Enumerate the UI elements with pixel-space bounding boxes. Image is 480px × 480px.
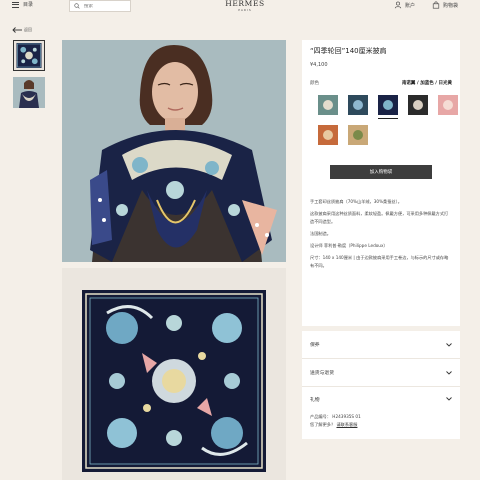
swatch-5-image xyxy=(438,95,458,115)
description-paragraph: 这款披肩采用这种丝质面料，柔软轻盈。佩戴方便，可采用多种佩戴方式打造不同造型。 xyxy=(310,211,449,224)
product-description: 手工套印丝质披肩（70%山羊绒，30%桑蚕丝）。 这款披肩采用这种丝质面料，柔软… xyxy=(310,198,452,270)
product-title: “四季轮回”140厘米披肩 xyxy=(310,47,387,55)
menu-label: 目录 xyxy=(23,2,34,8)
logo-subtext: PARIS xyxy=(238,8,252,12)
color-row: 颜色 南诺翼 / 加蓝色 / 日光黄 xyxy=(310,80,452,86)
account-button[interactable]: 账户 xyxy=(394,1,415,9)
selected-swatch-indicator xyxy=(378,118,398,119)
cart-button[interactable]: 购物袋 xyxy=(432,1,458,9)
back-link[interactable]: 返回 xyxy=(12,27,32,33)
cart-label: 购物袋 xyxy=(443,2,459,9)
swatch-3-image xyxy=(378,95,398,115)
description-paragraph: 手工套印丝质披肩（70%山羊绒，30%桑蚕丝）。 xyxy=(310,199,402,204)
chevron-down-icon xyxy=(446,370,452,375)
color-name: 南诺翼 / 加蓝色 / 日光黄 xyxy=(401,81,452,86)
model-photo xyxy=(62,40,286,262)
swatch-3-selected[interactable] xyxy=(378,95,398,115)
brand-logo[interactable]: HERMÈS PARIS xyxy=(223,0,267,12)
color-swatches xyxy=(310,95,458,157)
swatch-4-image xyxy=(408,95,428,115)
accordion-gift[interactable]: 礼物 xyxy=(302,387,460,411)
add-to-cart-button[interactable]: 加入购物袋 xyxy=(330,165,432,179)
color-label: 颜色 xyxy=(310,81,319,86)
scarf-thumbnail-image xyxy=(16,43,42,68)
header: 目录 HERMÈS PARIS 账户 购物袋 xyxy=(0,0,480,14)
product-image-scarf[interactable] xyxy=(62,268,286,480)
arrow-left-icon xyxy=(12,27,22,33)
menu-button[interactable]: 目录 xyxy=(12,1,33,8)
product-price: ¥4,100 xyxy=(310,62,328,68)
swatch-1[interactable] xyxy=(318,95,338,115)
contact-link[interactable]: 请联系客服 xyxy=(336,422,357,427)
chevron-down-icon xyxy=(446,342,452,347)
description-paragraph: 尺寸：140 x 140厘米 | 由于边款披肩采用手工卷边，与标示的尺寸或存略有… xyxy=(310,255,449,268)
account-label: 账户 xyxy=(405,2,416,9)
search-icon xyxy=(74,3,80,9)
reference-row: 产品编号： H243935S 01 xyxy=(310,413,452,421)
description-paragraph: 设计师 菲利普·勒度（Philippe Ledoux） xyxy=(310,243,388,248)
user-icon xyxy=(394,1,402,9)
logo-text: HERMÈS xyxy=(225,0,265,8)
reference-value: H243935S 01 xyxy=(332,414,361,419)
accordion-shipping[interactable]: 送货与退货 xyxy=(302,359,460,387)
accordion-gift-label: 礼物 xyxy=(310,397,320,403)
thumbnail-scarf[interactable] xyxy=(13,40,45,71)
swatch-6-image xyxy=(318,125,338,145)
chevron-down-icon xyxy=(446,397,452,401)
bag-icon xyxy=(432,1,440,9)
reference-label: 产品编号： xyxy=(310,414,331,419)
search-box[interactable] xyxy=(69,0,131,12)
hamburger-icon xyxy=(12,1,19,8)
contact-row: 您了解更多？ 请联系客服 xyxy=(310,421,452,429)
product-image-model[interactable] xyxy=(62,40,286,262)
accordion-care-label: 保养 xyxy=(310,343,320,348)
swatch-1-image xyxy=(318,95,338,115)
model-thumbnail-image xyxy=(13,77,45,108)
description-paragraph: 法国制造。 xyxy=(310,231,331,236)
question-text: 您了解更多？ xyxy=(310,422,336,427)
back-label: 返回 xyxy=(24,27,32,32)
swatch-7[interactable] xyxy=(348,125,368,145)
accordion-care[interactable]: 保养 xyxy=(302,331,460,359)
swatch-4[interactable] xyxy=(408,95,428,115)
swatch-6[interactable] xyxy=(318,125,338,145)
swatch-2-image xyxy=(348,95,368,115)
thumbnail-model[interactable] xyxy=(13,77,45,108)
swatch-7-image xyxy=(348,125,368,145)
swatch-5[interactable] xyxy=(438,95,458,115)
product-reference: 产品编号： H243935S 01 您了解更多？ 请联系客服 xyxy=(302,411,460,439)
search-input[interactable] xyxy=(84,3,128,9)
product-info-panel: “四季轮回”140厘米披肩 ¥4,100 颜色 南诺翼 / 加蓝色 / 日光黄 … xyxy=(302,40,460,326)
accordion-shipping-label: 送货与退货 xyxy=(310,371,334,376)
scarf-photo xyxy=(62,268,286,480)
swatch-2[interactable] xyxy=(348,95,368,115)
